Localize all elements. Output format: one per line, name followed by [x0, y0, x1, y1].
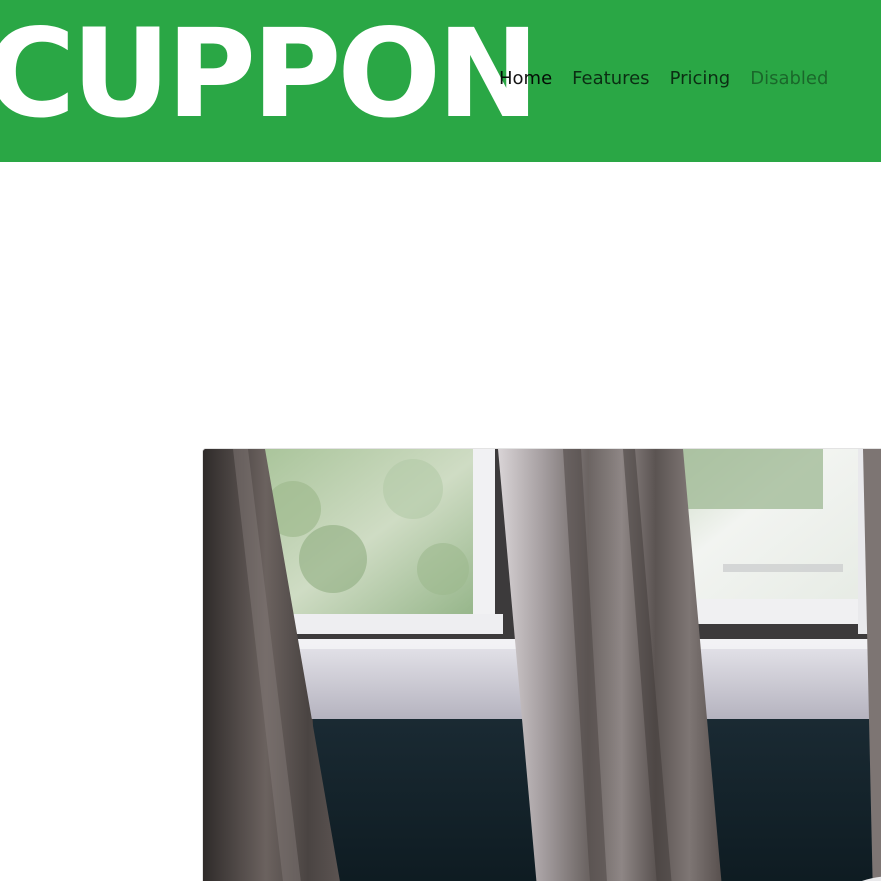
navbar: CUPPON Home Features Pricing Disabled: [0, 0, 881, 162]
nav-link-features[interactable]: Features: [572, 62, 649, 96]
window-curtain-photo: [203, 449, 881, 881]
nav-link-disabled: Disabled: [750, 68, 829, 89]
page: CUPPON Home Features Pricing Disabled: [0, 0, 881, 881]
brand-logo[interactable]: CUPPON: [0, 13, 539, 135]
nav-link-pricing[interactable]: Pricing: [670, 62, 731, 96]
hero-photo: [202, 448, 881, 881]
nav-links: Home Features Pricing Disabled: [499, 62, 828, 96]
nav-link-home[interactable]: Home: [499, 62, 552, 96]
